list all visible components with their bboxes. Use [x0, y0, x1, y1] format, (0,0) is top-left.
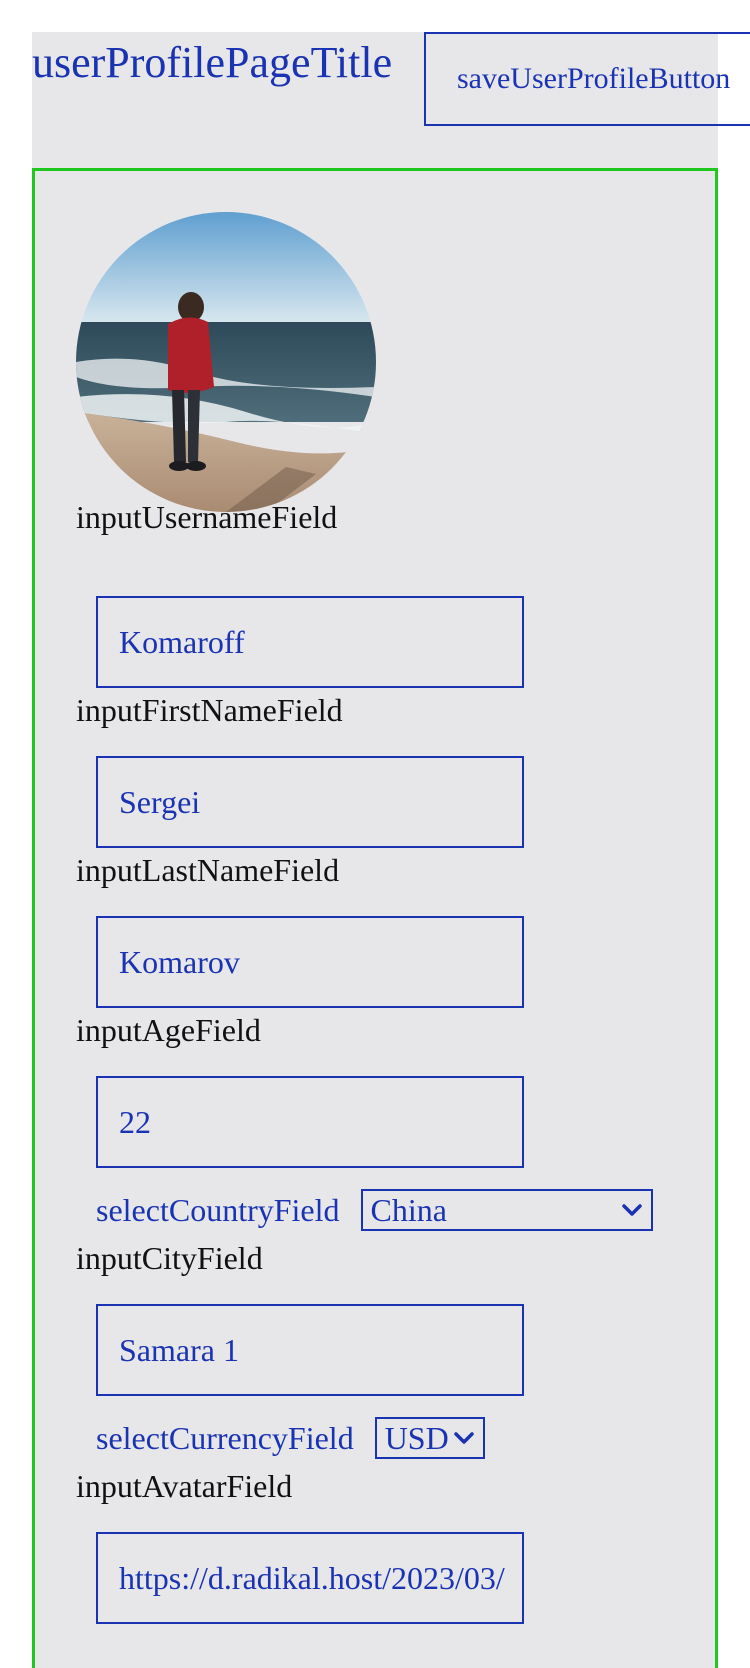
currency-select[interactable]: USD	[374, 1417, 485, 1459]
avatar-url-input[interactable]	[96, 1532, 524, 1624]
save-profile-button[interactable]: saveUserProfileButton	[424, 32, 750, 126]
age-input[interactable]	[96, 1076, 524, 1168]
city-label: inputCityField	[76, 1240, 263, 1276]
chevron-down-icon	[619, 1197, 645, 1223]
currency-label: selectCurrencyField	[96, 1419, 354, 1456]
country-selected-value: China	[370, 1191, 447, 1228]
avatar-photo	[76, 212, 376, 512]
first-name-label: inputFirstNameField	[76, 692, 343, 728]
first-name-input[interactable]	[96, 756, 524, 848]
country-select[interactable]: China	[360, 1189, 653, 1231]
avatar	[76, 212, 376, 512]
age-label: inputAgeField	[76, 1012, 261, 1048]
currency-selected-value: USD	[384, 1419, 449, 1456]
username-label: inputUsernameField	[76, 499, 338, 535]
user-profile-page: userProfilePageTitle saveUserProfileButt…	[0, 0, 750, 1668]
city-input[interactable]	[96, 1304, 524, 1396]
username-input[interactable]	[96, 596, 524, 688]
country-label: selectCountryField	[96, 1191, 340, 1228]
chevron-down-icon	[451, 1425, 477, 1451]
currency-select-row: selectCurrencyField USD	[96, 1416, 485, 1460]
avatar-url-label: inputAvatarField	[76, 1468, 293, 1504]
page-title: userProfilePageTitle	[32, 38, 393, 87]
last-name-label: inputLastNameField	[76, 852, 340, 888]
last-name-input[interactable]	[96, 916, 524, 1008]
country-select-row: selectCountryField China	[96, 1188, 653, 1232]
